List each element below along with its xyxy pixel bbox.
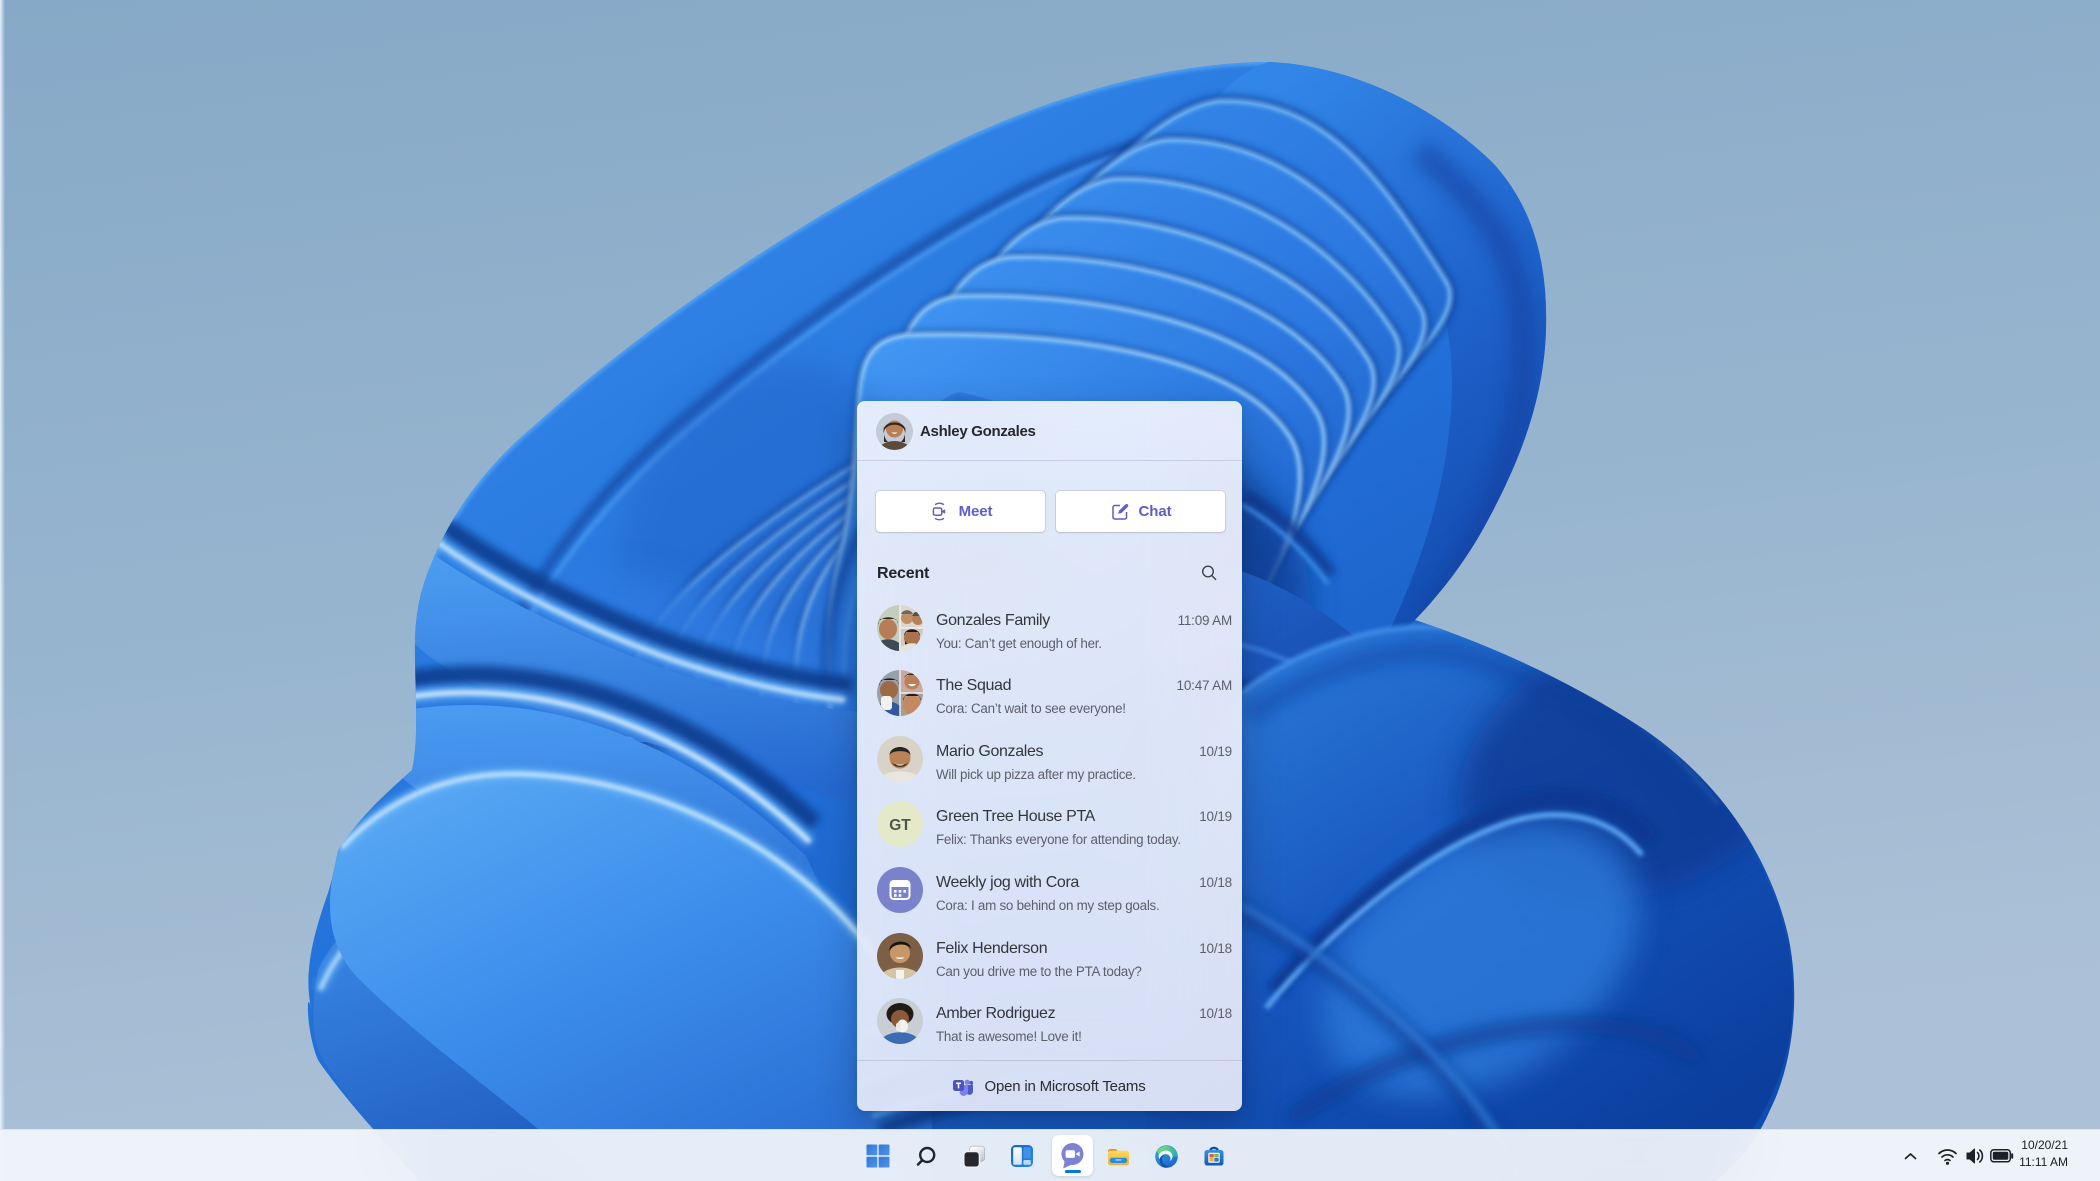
svg-text:GT: GT	[889, 817, 911, 834]
